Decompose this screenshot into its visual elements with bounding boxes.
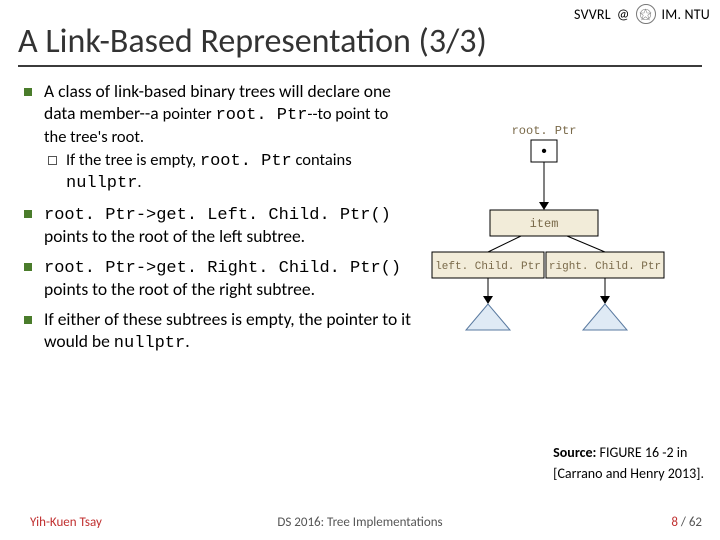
source-citation: Source: FIGURE 16 -2 in [Carrano and Hen… [553,443,704,484]
text-column: A class of link-based binary trees will … [18,81,413,362]
slide-title: A Link-Based Representation (3/3) [18,22,702,61]
b2-text: points to the root of the left subtree. [44,225,305,247]
slide: SVVRL @ IM. NTU A Link-Based Representat… [0,0,720,540]
source-line2: [Carrano and Henry 2013]. [553,464,704,484]
bullet-3: root. Ptr->get. Right. Child. Ptr() poin… [18,256,413,301]
b2-code: root. Ptr->get. Left. Child. Ptr() [44,206,391,225]
at-symbol: @ [617,6,630,23]
footer: Yih-Kuen Tsay DS 2016: Tree Implementati… [0,515,720,536]
source-line1: FIGURE 16 -2 in [596,444,687,461]
title-rule [18,65,702,67]
page-current: 8 [671,515,678,530]
bullet-2: root. Ptr->get. Left. Child. Ptr() point… [18,203,413,248]
page-total: 62 [689,515,702,530]
b1s-code1: root. Ptr [200,152,292,171]
b4-code: nullptr [114,334,185,353]
dept-label: IM. NTU [662,6,710,23]
b1s-code2: nullptr [66,174,137,193]
b4-b: . [185,330,189,352]
fig-right: right. Child. Ptr [548,261,660,273]
b3-text: points to the root of the right subtree. [44,278,315,300]
fig-dot: • [539,143,549,161]
b3-code: root. Ptr->get. Right. Child. Ptr() [44,259,401,278]
fig-item: item [529,217,558,231]
b4-a: If either of these subtrees is empty, th… [44,308,411,352]
footer-author: Yih-Kuen Tsay [30,515,102,530]
fig-root-label: root. Ptr [511,124,576,138]
figure-column: root. Ptr • item left. Child. Ptr right.… [419,81,702,362]
bullet-1: A class of link-based binary trees will … [18,81,413,195]
slide-body: A class of link-based binary trees will … [18,81,702,362]
fig-left: left. Child. Ptr [435,261,541,273]
ntu-logo-icon [636,4,656,24]
header-right: SVVRL @ IM. NTU [574,4,710,24]
b1s-b: contains [292,150,352,170]
bullet-1-sub: If the tree is empty, root. Ptr contains… [44,150,413,195]
b1s-a: If the tree is empty, [66,150,200,170]
footer-center: DS 2016: Tree Implementations [277,515,442,530]
b1s-c: . [137,172,141,192]
page-sep: / [678,515,689,530]
b1-pointer: pointer [163,104,212,124]
lab-label: SVVRL [574,6,611,23]
b1-code: root. Ptr [216,106,308,125]
tree-figure: root. Ptr • item left. Child. Ptr right.… [426,112,696,332]
bullet-4: If either of these subtrees is empty, th… [18,309,413,354]
source-label: Source: [553,444,596,461]
footer-page: 8 / 62 [671,515,702,530]
